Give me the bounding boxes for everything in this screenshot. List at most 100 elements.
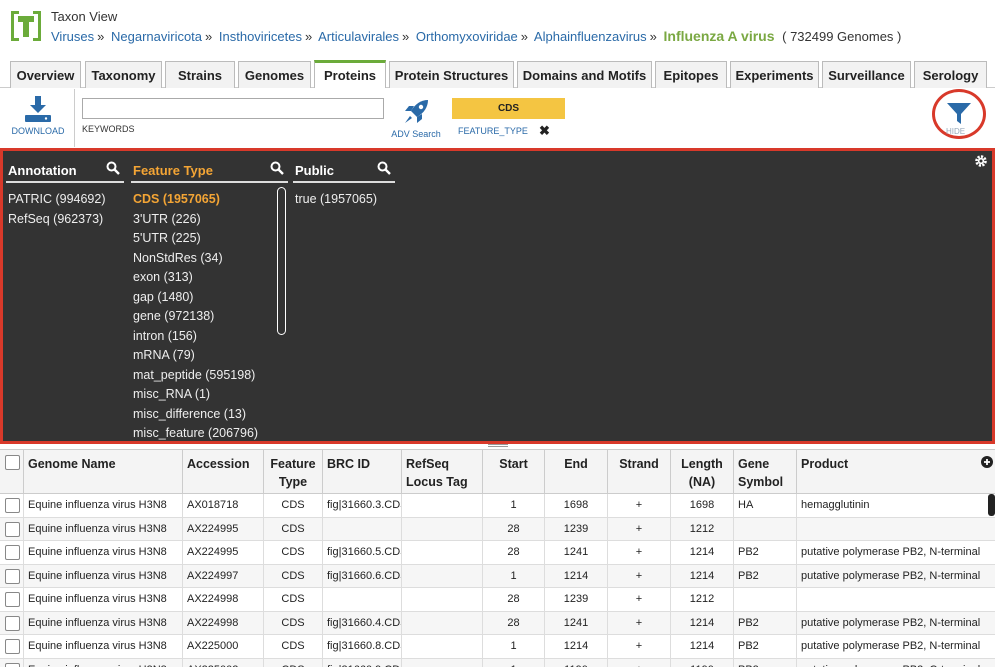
tab-protein-structures[interactable]: Protein Structures — [389, 61, 514, 88]
facet-option[interactable]: mat_peptide (595198) — [133, 366, 288, 386]
facet-option[interactable]: RefSeq (962373) — [8, 210, 124, 230]
table-cell: 1 — [483, 658, 545, 667]
row-checkbox[interactable] — [5, 615, 20, 631]
table-cell: fig|31660.8.CDS — [323, 635, 402, 659]
table-cell — [323, 588, 402, 612]
facet-option[interactable]: 5'UTR (225) — [133, 229, 288, 249]
facet-option[interactable]: misc_feature (206796) — [133, 424, 288, 444]
tab-surveillance[interactable]: Surveillance — [822, 61, 911, 88]
tab-experiments[interactable]: Experiments — [730, 61, 819, 88]
column-header[interactable]: RefSeq Locus Tag — [402, 450, 483, 494]
table-row[interactable]: Equine influenza virus H3N8 AX224998 CDS 28… — [0, 588, 995, 612]
breadcrumb-link[interactable]: Orthomyxoviridae — [416, 29, 518, 44]
facet-option[interactable]: NonStdRes (34) — [133, 249, 288, 269]
tab-strains[interactable]: Strains — [165, 61, 235, 88]
table-row[interactable]: Equine influenza virus H3N8 AX224998 CDS fi… — [0, 611, 995, 635]
facet-scrollbar[interactable] — [277, 187, 286, 335]
funnel-icon — [947, 103, 971, 124]
facet-feature-type: Feature Type CDS (1957065) 3'UTR (226) 5… — [131, 158, 288, 444]
table-cell: PB2 — [734, 611, 797, 635]
resize-handle[interactable] — [488, 444, 508, 447]
search-icon[interactable] — [106, 161, 120, 175]
facet-option[interactable]: misc_difference (13) — [133, 405, 288, 425]
table-row[interactable]: Equine influenza virus H3N8 AX224997 CDS fi… — [0, 564, 995, 588]
rocket-icon — [405, 100, 428, 123]
column-header[interactable]: Start — [483, 450, 545, 494]
breadcrumb-link[interactable]: Viruses — [51, 29, 94, 44]
table-cell: 1698 — [545, 494, 608, 518]
breadcrumb: Viruses» Negarnaviricota» Insthoviricete… — [51, 28, 902, 44]
facet-panel: Annotation PATRIC (994692) RefSeq (96237… — [0, 148, 995, 444]
select-all-checkbox[interactable] — [5, 455, 20, 470]
column-header[interactable]: Length (NA) — [671, 450, 734, 494]
tab-genomes[interactable]: Genomes — [238, 61, 311, 88]
column-header[interactable]: Strand — [608, 450, 671, 494]
table-cell: 28 — [483, 541, 545, 565]
column-header[interactable]: Product — [797, 450, 995, 494]
table-cell — [402, 588, 483, 612]
column-header[interactable]: Feature Type — [264, 450, 323, 494]
gear-icon[interactable] — [974, 154, 988, 168]
table-row[interactable]: Equine influenza virus H3N8AX225002CDSfi… — [0, 658, 995, 667]
facet-option[interactable]: 3'UTR (226) — [133, 210, 288, 230]
facet-title: Annotation — [6, 158, 124, 183]
table-cell: fig|31660.3.CDS — [323, 494, 402, 518]
column-header[interactable]: Gene Symbol — [734, 450, 797, 494]
table-cell: 1212 — [671, 588, 734, 612]
row-checkbox[interactable] — [5, 662, 20, 667]
row-checkbox[interactable] — [5, 545, 20, 560]
search-icon[interactable] — [270, 161, 284, 175]
tab-overview[interactable]: Overview — [10, 61, 81, 88]
table-row[interactable]: Equine influenza virus H3N8 AX225000 CDS fi… — [0, 635, 995, 659]
facet-option[interactable]: true (1957065) — [295, 190, 395, 210]
facet-option-selected[interactable]: CDS (1957065) — [133, 190, 288, 210]
table-cell: PB2 — [734, 635, 797, 659]
download-button[interactable]: DOWNLOAD — [8, 95, 68, 136]
keywords-input[interactable] — [82, 98, 384, 119]
table-cell: CDS — [264, 564, 323, 588]
tab-serology[interactable]: Serology — [914, 61, 987, 88]
search-icon[interactable] — [377, 161, 391, 175]
facet-option[interactable]: mRNA (79) — [133, 346, 288, 366]
table-row[interactable]: Equine influenza virus H3N8 AX018718 CDS fi… — [0, 494, 995, 518]
tab-epitopes[interactable]: Epitopes — [655, 61, 727, 88]
row-checkbox[interactable] — [5, 521, 20, 537]
remove-filter-icon[interactable]: ✖ — [539, 123, 550, 139]
facet-option[interactable]: gene (972138) — [133, 307, 288, 327]
facet-option[interactable]: exon (313) — [133, 268, 288, 288]
table-row[interactable]: Equine influenza virus H3N8 AX224995 CDS 28… — [0, 517, 995, 541]
table-cell — [323, 517, 402, 541]
tab-domains-and-motifs[interactable]: Domains and Motifs — [517, 61, 652, 88]
add-column-icon[interactable] — [981, 456, 993, 468]
facet-annotation: Annotation PATRIC (994692) RefSeq (96237… — [6, 158, 124, 229]
table-cell: AX224998 — [183, 588, 264, 612]
filter-pill[interactable]: CDS — [452, 98, 565, 119]
column-header[interactable]: BRC ID — [323, 450, 402, 494]
facet-option[interactable]: gap (1480) — [133, 288, 288, 308]
row-checkbox[interactable] — [5, 592, 20, 607]
table-row[interactable]: Equine influenza virus H3N8 AX224995 CDS fi… — [0, 541, 995, 565]
breadcrumb-link[interactable]: Articulavirales — [318, 29, 399, 44]
tab-taxonomy[interactable]: Taxonomy — [85, 61, 162, 88]
filter-field-label: FEATURE_TYPE — [458, 126, 528, 136]
facet-option[interactable]: misc_RNA (1) — [133, 385, 288, 405]
table-cell: AX224995 — [183, 541, 264, 565]
table-cell: Equine influenza virus H3N8 — [24, 658, 183, 667]
breadcrumb-link[interactable]: Alphainfluenzavirus — [534, 29, 647, 44]
grid-scrollbar[interactable] — [988, 494, 995, 516]
column-header[interactable]: Accession — [183, 450, 264, 494]
row-checkbox[interactable] — [5, 568, 20, 584]
hide-label: HIDE — [946, 127, 966, 136]
facet-option[interactable]: PATRIC (994692) — [8, 190, 124, 210]
table-cell: + — [608, 658, 671, 667]
row-checkbox[interactable] — [5, 639, 20, 654]
column-header[interactable]: End — [545, 450, 608, 494]
row-checkbox[interactable] — [5, 498, 20, 513]
breadcrumb-link[interactable]: Negarnaviricota — [111, 29, 202, 44]
facet-option[interactable]: intron (156) — [133, 327, 288, 347]
table-cell: 1214 — [545, 564, 608, 588]
column-header[interactable]: Genome Name — [24, 450, 183, 494]
breadcrumb-link[interactable]: Insthoviricetes — [219, 29, 302, 44]
adv-search-button[interactable]: ADV Search — [388, 97, 444, 139]
tab-proteins[interactable]: Proteins — [314, 60, 386, 88]
